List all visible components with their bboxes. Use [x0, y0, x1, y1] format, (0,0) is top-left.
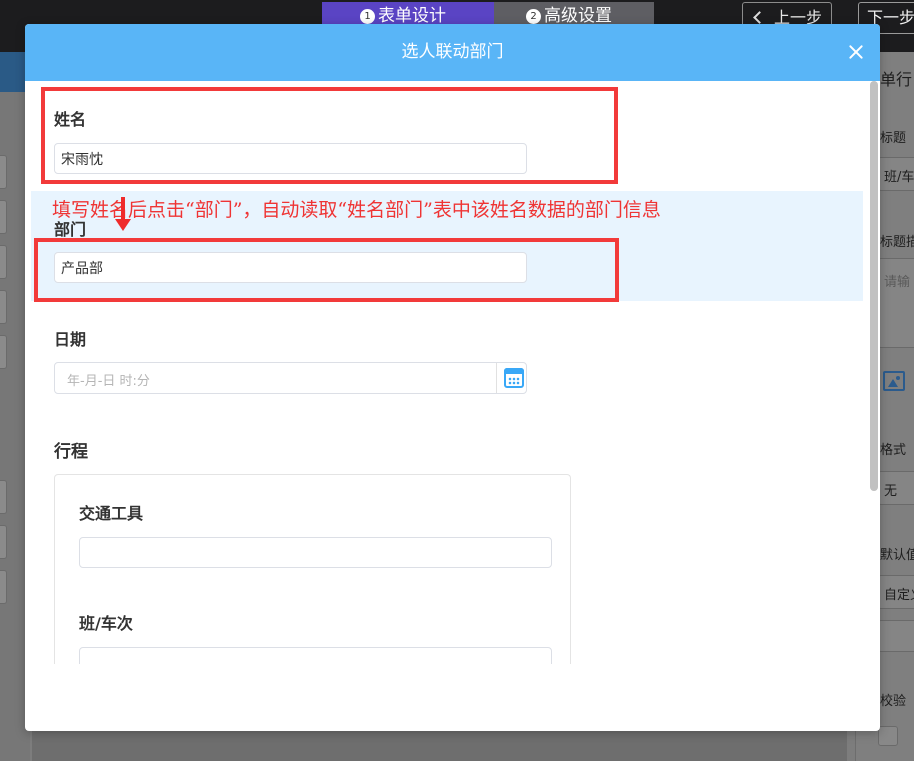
format-select[interactable]: 无: [878, 471, 914, 505]
left-panel-field[interactable]: [0, 245, 7, 279]
left-panel-field[interactable]: [0, 290, 7, 324]
canvas-bottom: [32, 730, 847, 761]
field-description-input[interactable]: 请输: [878, 258, 914, 348]
modal-title: 选人联动部门: [401, 42, 504, 62]
transport-input[interactable]: [79, 537, 552, 568]
step-number: 2: [526, 9, 541, 24]
step-number: 1: [360, 9, 375, 24]
modal-body: 姓名 部门 日期 年-月-日 时:分 行程 交通工具 班/车次 填写姓名后点击“…: [25, 81, 880, 731]
date-placeholder: 年-月-日 时:分: [67, 374, 150, 389]
left-panel-field[interactable]: [0, 335, 7, 369]
left-panel-field[interactable]: [0, 570, 7, 604]
image-icon[interactable]: [883, 371, 905, 391]
date-divider: [496, 363, 497, 393]
modal-header: 选人联动部门: [25, 24, 880, 81]
annotation-text: 填写姓名后点击“部门”，自动读取“姓名部门”表中该姓名数据的部门信息: [52, 199, 661, 221]
field-title-input[interactable]: 班/车: [878, 157, 914, 191]
format-label: 格式: [880, 443, 907, 458]
train-number-input[interactable]: [79, 647, 552, 664]
trip-subform: 交通工具 班/车次: [54, 474, 571, 664]
name-field-callout: [41, 87, 618, 184]
left-panel-field[interactable]: [0, 480, 7, 514]
default-value-select[interactable]: 自定义: [878, 575, 914, 609]
calendar-icon[interactable]: [504, 368, 524, 388]
left-panel-field[interactable]: [0, 525, 7, 559]
validate-checkbox[interactable]: [878, 726, 898, 746]
train-number-label: 班/车次: [79, 614, 133, 633]
modal-scrollbar[interactable]: [870, 81, 878, 491]
field-title-label: 标题: [880, 131, 907, 146]
field-title-value: 班/车: [884, 170, 914, 185]
field-description-label: 标题描: [880, 235, 914, 250]
arrow-down-icon: [115, 197, 131, 231]
properties-title: 单行: [880, 70, 913, 89]
left-panel-field[interactable]: [0, 155, 7, 189]
validate-label: 校验: [880, 694, 907, 709]
default-value-input[interactable]: [878, 620, 914, 652]
chevron-left-icon: [753, 11, 766, 24]
left-panel-header: [0, 52, 26, 92]
close-icon[interactable]: [845, 41, 867, 63]
default-value-value: 自定义: [884, 588, 914, 603]
format-value: 无: [884, 484, 898, 499]
default-value-label: 默认值: [880, 548, 914, 563]
date-picker[interactable]: 年-月-日 时:分: [54, 362, 527, 394]
date-label: 日期: [54, 330, 87, 349]
preview-modal: 选人联动部门 姓名 部门 日期 年-月-日 时:分 行程 交通工具 班/车次 填…: [25, 24, 880, 731]
field-description-placeholder: 请输: [884, 275, 911, 290]
left-panel-field[interactable]: [0, 200, 7, 234]
trip-section-title: 行程: [54, 442, 88, 462]
department-field-callout: [34, 238, 619, 302]
transport-label: 交通工具: [79, 504, 144, 523]
